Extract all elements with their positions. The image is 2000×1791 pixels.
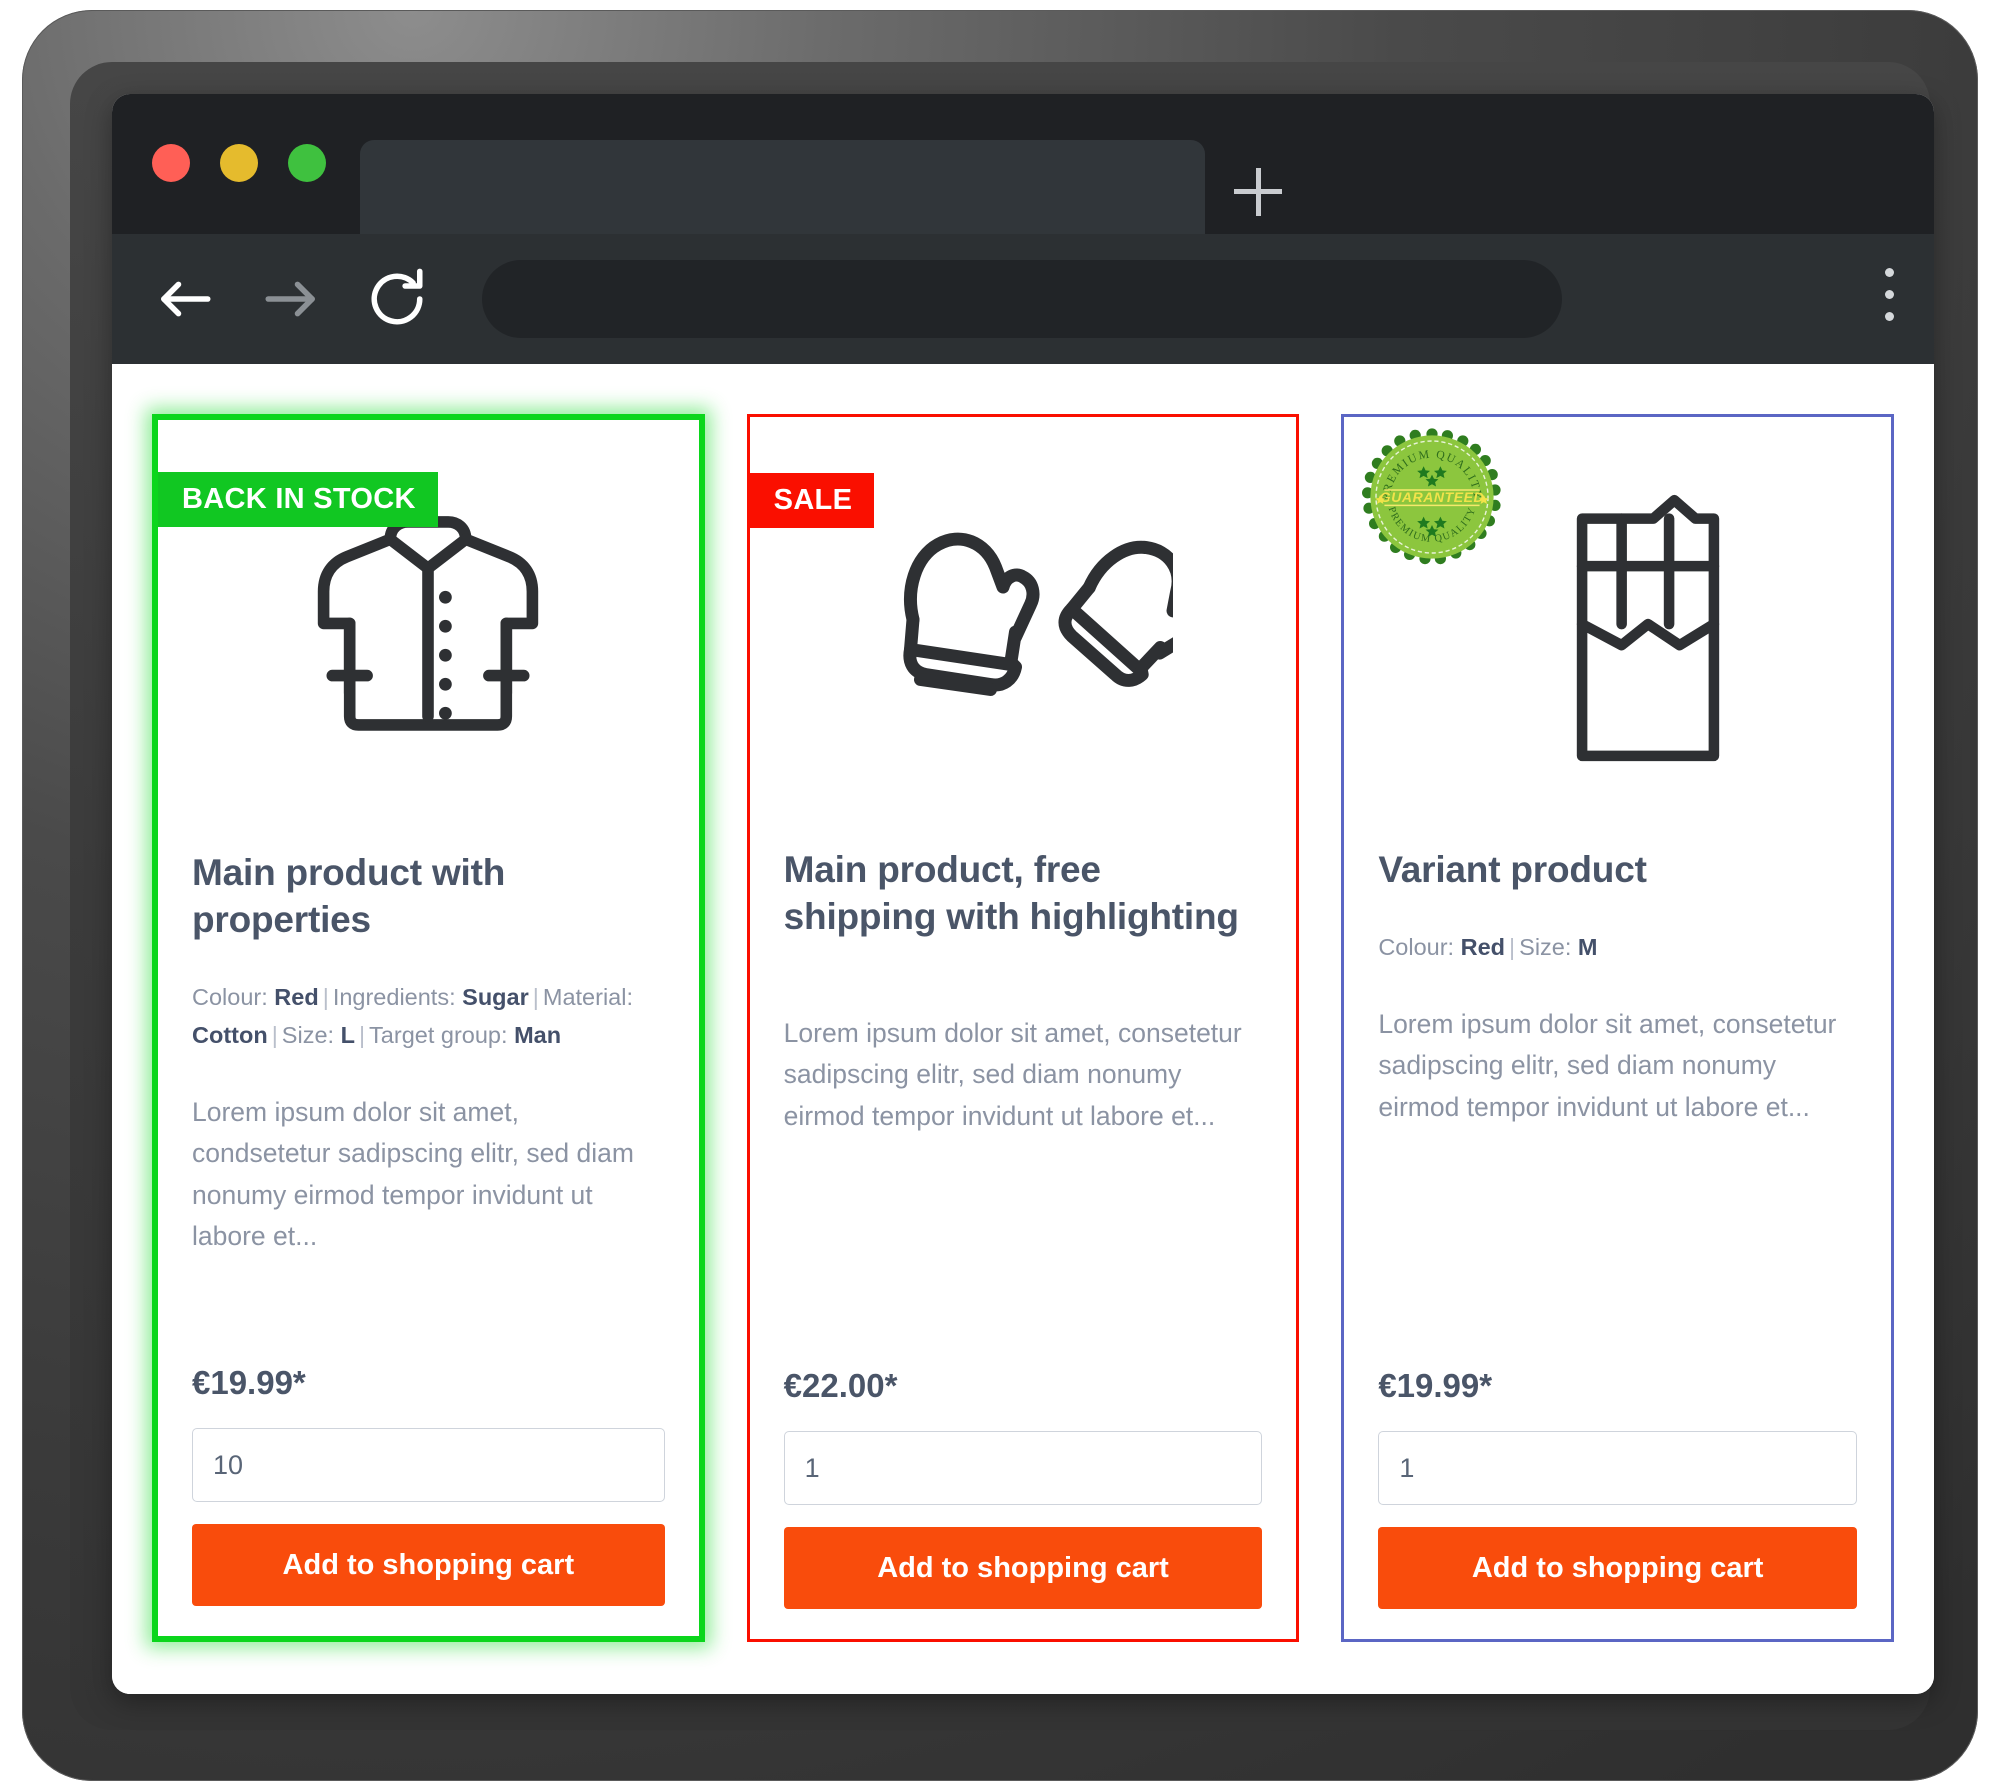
menu-dot-icon: [1884, 268, 1894, 277]
product-card[interactable]: BACK IN STOCK Main product with properti…: [152, 414, 705, 1642]
browser-window: BACK IN STOCK Main product with properti…: [112, 94, 1934, 1694]
quantity-input[interactable]: [192, 1428, 665, 1502]
product-title: Variant product: [1378, 849, 1647, 890]
add-to-cart-button[interactable]: Add to shopping cart: [1378, 1527, 1857, 1609]
address-bar[interactable]: [482, 260, 1562, 338]
product-body: Main product with properties Colour: Red…: [158, 850, 699, 1364]
product-footer: €22.00* Add to shopping cart: [750, 1367, 1297, 1639]
product-title: Main product, free shipping with highlig…: [783, 849, 1239, 937]
product-price: €22.00*: [783, 1367, 898, 1404]
browser-menu-button[interactable]: [1882, 268, 1896, 330]
maximize-window-button[interactable]: [288, 144, 326, 182]
mittens-icon: [903, 532, 1173, 696]
product-card[interactable]: SALE Main product, free shipping with hi…: [746, 414, 1300, 1642]
product-image: PREMIUM QUALITY PREMIUM QUALITY GUARANTE…: [1344, 417, 1891, 847]
product-description: Lorem ipsum dolor sit amet, consetetur s…: [1378, 1009, 1837, 1122]
product-title: Main product with properties: [192, 852, 506, 940]
browser-tab-strip: [112, 94, 1934, 234]
browser-toolbar: [112, 234, 1934, 364]
close-window-button[interactable]: [152, 144, 190, 182]
quantity-input[interactable]: [783, 1431, 1263, 1505]
premium-quality-seal-icon: PREMIUM QUALITY PREMIUM QUALITY GUARANTE…: [1362, 428, 1501, 565]
product-footer: €19.99* Add to shopping cart: [158, 1364, 699, 1636]
device-bezel: BACK IN STOCK Main product with properti…: [22, 10, 1978, 1781]
svg-text:GUARANTEED: GUARANTEED: [1380, 489, 1484, 505]
reload-button[interactable]: [358, 260, 436, 338]
shirt-icon: [318, 516, 539, 731]
quantity-input[interactable]: [1378, 1431, 1857, 1505]
menu-dot-icon: [1884, 312, 1894, 321]
chocolate-bar-icon: [1576, 494, 1719, 762]
minimize-window-button[interactable]: [220, 144, 258, 182]
product-properties: Colour: Red | Ingredients: Sugar | Material:…: [192, 983, 633, 1049]
page-content: BACK IN STOCK Main product with properti…: [112, 364, 1934, 1694]
product-grid: BACK IN STOCK Main product with properti…: [152, 414, 1894, 1642]
product-footer: €19.99* Add to shopping cart: [1344, 1367, 1891, 1639]
product-description: Lorem ipsum dolor sit amet, consetetur s…: [783, 1017, 1242, 1131]
new-tab-button[interactable]: [1230, 164, 1286, 220]
back-button[interactable]: [146, 260, 224, 338]
status-badge: BACK IN STOCK: [158, 472, 438, 527]
add-to-cart-button[interactable]: Add to shopping cart: [783, 1527, 1263, 1609]
product-body: Main product, free shipping with highlig…: [750, 847, 1297, 1367]
forward-button[interactable]: [252, 260, 330, 338]
window-controls: [152, 144, 326, 182]
product-body: Variant product Colour: Red | Size: M Lore…: [1344, 847, 1891, 1367]
add-to-cart-button[interactable]: Add to shopping cart: [192, 1524, 665, 1606]
product-price: €19.99*: [192, 1364, 306, 1401]
product-description: Lorem ipsum dolor sit amet, condsetetur …: [192, 1097, 634, 1252]
browser-tab[interactable]: [360, 140, 1205, 234]
product-card[interactable]: PREMIUM QUALITY PREMIUM QUALITY GUARANTE…: [1341, 414, 1894, 1642]
product-properties: Colour: Red | Size: M: [1378, 933, 1598, 960]
menu-dot-icon: [1884, 290, 1894, 299]
status-badge: SALE: [749, 473, 875, 528]
product-price: €19.99*: [1378, 1367, 1493, 1404]
